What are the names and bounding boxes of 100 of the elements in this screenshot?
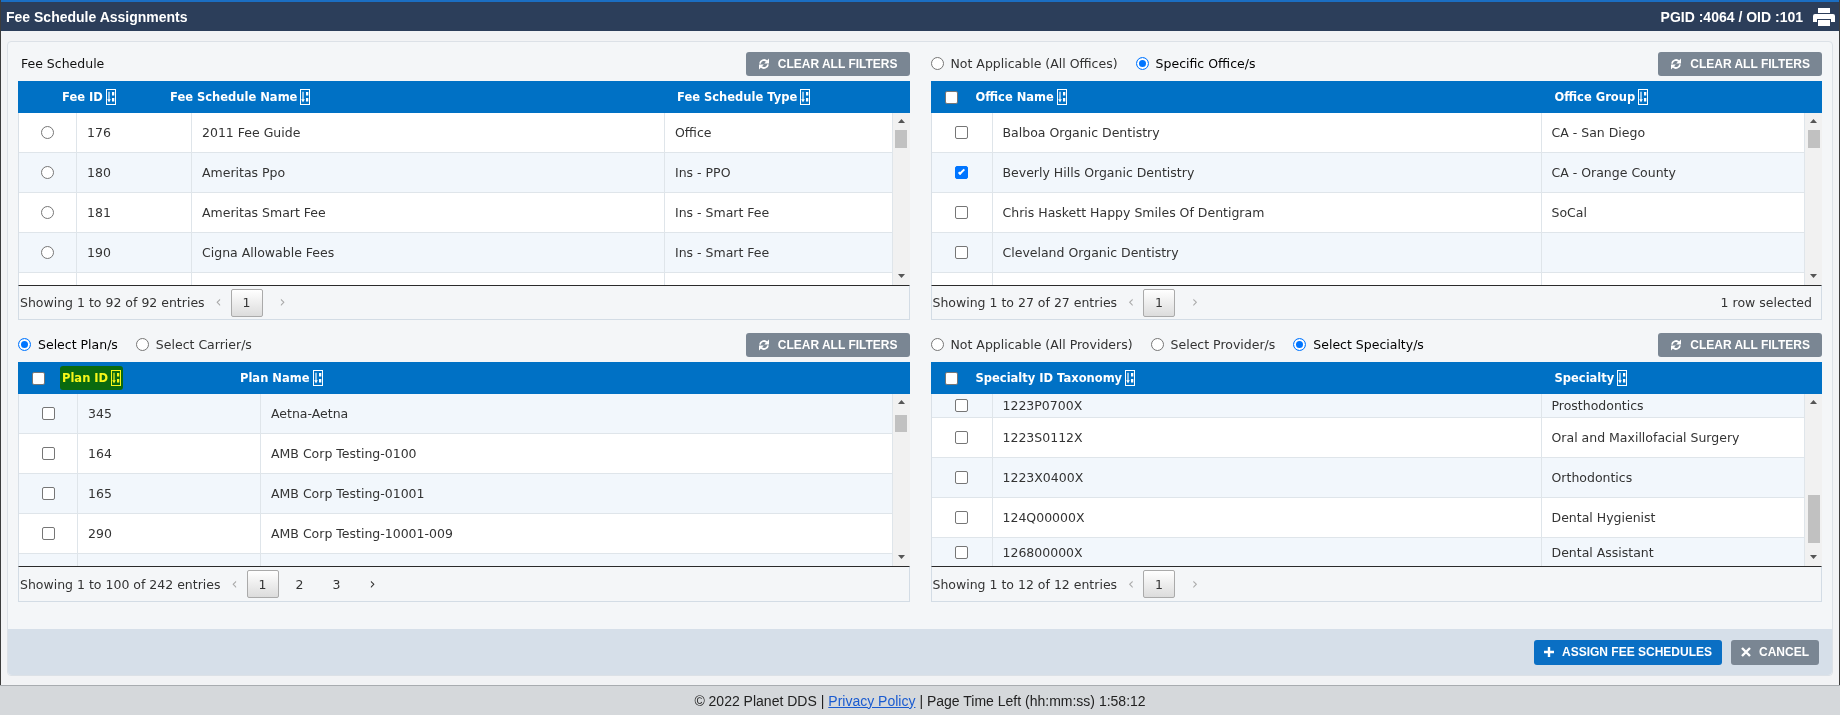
radio-button[interactable] (18, 338, 31, 351)
column-header[interactable]: Fee Schedule Name (168, 85, 313, 109)
table-cell: Ameritas Smart Fee (192, 193, 665, 232)
caret-down-icon[interactable] (1810, 555, 1817, 559)
radio-button[interactable] (930, 57, 944, 70)
checkbox[interactable] (955, 399, 968, 412)
section-heading: Fee Schedule (20, 56, 105, 71)
clear-filters-button[interactable]: CLEAR ALL FILTERS (1658, 332, 1822, 357)
table-row[interactable]: Balboa Organic Dentistry CA - San Diego (931, 113, 1805, 153)
assign-button[interactable]: ASSIGN FEE SCHEDULES (1533, 639, 1722, 665)
table-cell: 1223X0400X (992, 458, 1542, 497)
column-header[interactable]: Office Name (973, 85, 1069, 109)
table-cell: AMB Corp Testing-10001-009 (261, 514, 893, 553)
radio-button[interactable] (1293, 338, 1307, 351)
checkbox[interactable] (955, 471, 968, 484)
column-header[interactable]: Office Group (1552, 85, 1651, 109)
column-header[interactable]: Plan Name (238, 366, 325, 390)
radio-option[interactable]: Not Applicable (All Providers) (930, 337, 1133, 352)
radio-button[interactable] (41, 246, 54, 259)
sort-icon[interactable] (111, 370, 122, 386)
table-row[interactable]: Beverly Hills Organic Dentistry CA - Orange County (931, 153, 1805, 193)
table-row[interactable]: 164 AMB Corp Testing-0100 (19, 434, 893, 474)
radio-option[interactable]: Specific Office/s (1135, 56, 1256, 71)
select-all-checkbox[interactable] (944, 371, 958, 385)
table-row[interactable]: 345 Aetna-Aetna (19, 394, 893, 434)
column-header[interactable]: Fee ID (60, 85, 118, 109)
table-row[interactable]: 126800000X Dental Assistant (931, 538, 1805, 566)
checkbox[interactable] (955, 166, 968, 179)
page-button[interactable]: 1 (246, 570, 279, 598)
caret-up-icon[interactable] (897, 400, 905, 404)
table-row[interactable]: 176 2011 Fee Guide Office (19, 113, 893, 153)
checkbox[interactable] (955, 511, 968, 524)
radio-option[interactable]: Select Provider/s (1150, 337, 1276, 352)
radio-button[interactable] (1150, 338, 1164, 351)
checkbox[interactable] (955, 246, 968, 259)
table-cell: Office (665, 113, 893, 152)
table-row[interactable]: 181 Ameritas Smart Fee Ins - Smart Fee (19, 193, 893, 233)
caret-up-icon[interactable] (897, 119, 905, 123)
table-row[interactable]: 290 AMB Corp Testing-10001-009 (19, 514, 893, 554)
radio-option[interactable]: Select Plan/s (18, 337, 118, 352)
plus-icon (1543, 647, 1554, 657)
page-button[interactable]: 2 (283, 570, 316, 598)
table-cell: Beverly Hills Organic Dentistry (992, 153, 1542, 192)
table-row[interactable]: Cleveland Organic Dentistry (931, 233, 1805, 273)
column-header[interactable]: Specialty (1552, 366, 1630, 390)
caret-up-icon[interactable] (1810, 400, 1817, 404)
scrollbar-thumb[interactable] (1807, 130, 1820, 148)
scrollbar-thumb[interactable] (895, 130, 907, 148)
next-page-link[interactable]: › (366, 576, 379, 592)
checkbox[interactable] (955, 206, 968, 219)
footer-text: © 2022 Planet DDS | (694, 692, 825, 709)
radio-button[interactable] (135, 338, 149, 351)
table-row[interactable]: 1223X0400X Orthodontics (931, 458, 1805, 498)
checkbox[interactable] (955, 431, 968, 444)
scrollbar-thumb[interactable] (1807, 495, 1820, 543)
table-row[interactable]: 1223S0112X Oral and Maxillofacial Surgery (931, 418, 1805, 458)
radio-button[interactable] (930, 338, 944, 351)
caret-up-icon[interactable] (1810, 119, 1817, 123)
table-row[interactable]: Chris Haskett Happy Smiles Of Dentigram SoCal (931, 193, 1805, 233)
clear-filters-button[interactable]: CLEAR ALL FILTERS (1658, 51, 1822, 76)
page-button[interactable]: 1 (1143, 288, 1176, 317)
checkbox[interactable] (41, 487, 55, 500)
radio-button[interactable] (41, 126, 54, 139)
table-row[interactable]: 1223P0700X Prosthodontics (931, 394, 1805, 418)
table-row[interactable]: 180 Ameritas Ppo Ins - PPO (19, 153, 893, 193)
page-button[interactable]: 3 (320, 570, 353, 598)
select-all-checkbox[interactable] (944, 90, 958, 104)
checkbox[interactable] (41, 407, 55, 420)
table-cell: AMB Corp Testing-01001 (261, 474, 893, 513)
checkbox[interactable] (955, 126, 968, 139)
radio-option[interactable]: Not Applicable (All Offices) (930, 56, 1118, 71)
clear-filters-button[interactable]: CLEAR ALL FILTERS (745, 332, 910, 357)
scrollbar[interactable] (1805, 394, 1822, 566)
cancel-button[interactable]: CANCEL (1731, 639, 1819, 665)
scrollbar[interactable] (1805, 113, 1822, 285)
radio-button[interactable] (1135, 57, 1149, 70)
column-header[interactable]: Fee Schedule Type (675, 85, 813, 109)
column-header[interactable]: Plan ID (60, 366, 124, 390)
table-cell: Aetna-Aetna (261, 394, 893, 433)
caret-down-icon[interactable] (897, 555, 905, 559)
column-header[interactable]: Specialty ID Taxonomy (973, 366, 1138, 390)
scrollbar-thumb[interactable] (895, 415, 907, 432)
table-row[interactable]: 124Q00000X Dental Hygienist (931, 498, 1805, 538)
caret-down-icon[interactable] (897, 274, 905, 278)
checkbox[interactable] (41, 447, 55, 460)
caret-down-icon[interactable] (1810, 274, 1817, 278)
checkbox[interactable] (41, 527, 55, 540)
clear-filters-button[interactable]: CLEAR ALL FILTERS (745, 51, 910, 76)
radio-option[interactable]: Select Carrier/s (135, 337, 252, 352)
radio-button[interactable] (41, 166, 54, 179)
footer-link[interactable]: Privacy Policy (828, 692, 916, 709)
table-row[interactable]: 190 Cigna Allowable Fees Ins - Smart Fee (19, 233, 893, 273)
radio-button[interactable] (41, 206, 54, 219)
select-all-checkbox[interactable] (32, 371, 45, 385)
page-button[interactable]: 1 (1143, 570, 1176, 598)
page-button[interactable]: 1 (230, 288, 263, 317)
radio-option[interactable]: Select Specialty/s (1293, 337, 1424, 352)
checkbox[interactable] (955, 545, 968, 559)
printer-icon[interactable] (1813, 7, 1835, 26)
table-row[interactable]: 165 AMB Corp Testing-01001 (19, 474, 893, 514)
